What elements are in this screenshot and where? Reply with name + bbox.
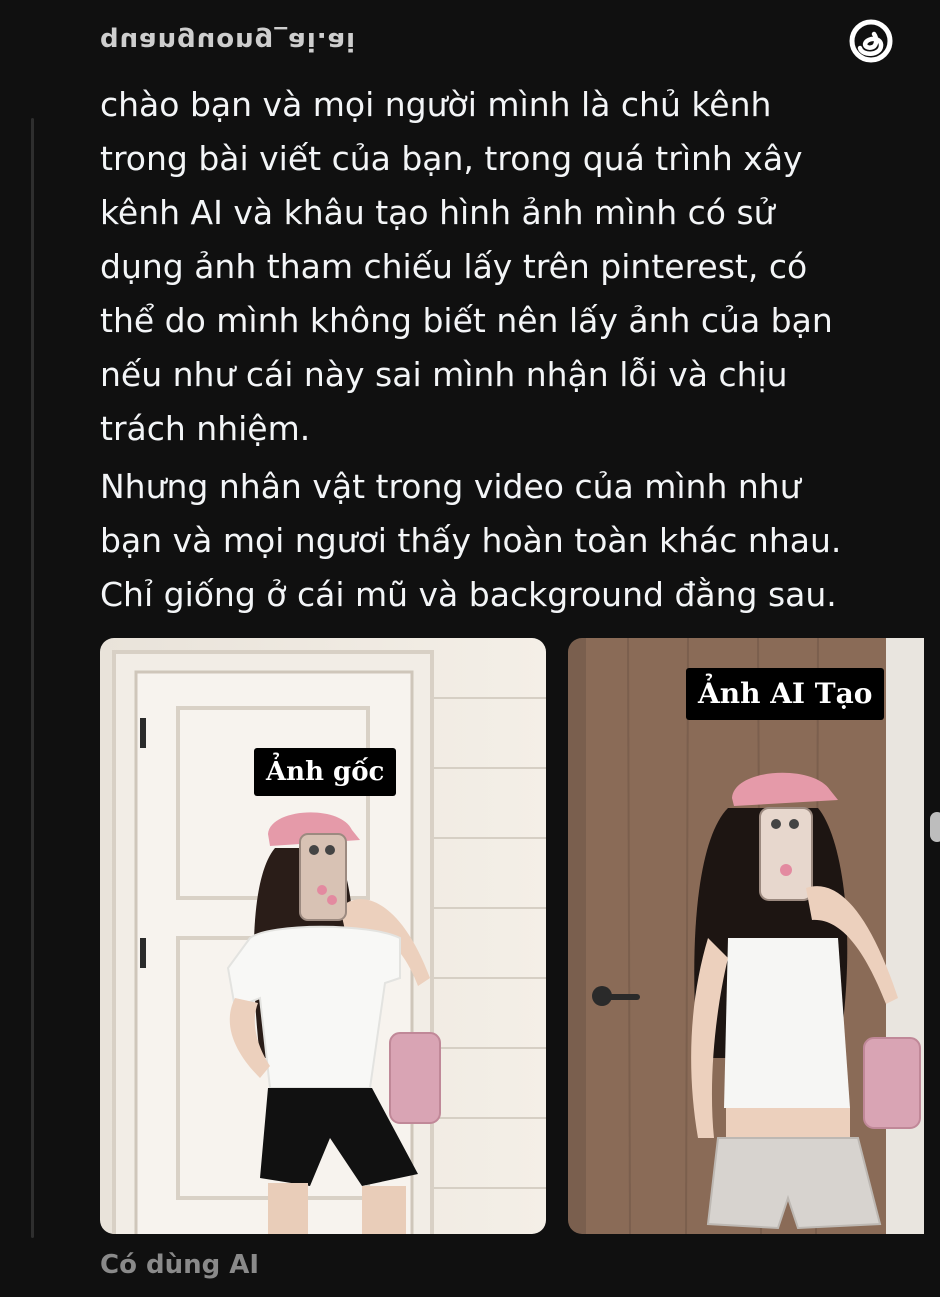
post-body: chào bạn và mọi người mình là chủ kênh t… bbox=[100, 78, 900, 622]
ai-generated-photo[interactable]: Ảnh AI Tạo bbox=[568, 638, 924, 1234]
photo-label-original: Ảnh gốc bbox=[254, 748, 397, 796]
ai-info-tag[interactable]: Có dùng AI bbox=[100, 1250, 259, 1280]
post-paragraph: chào bạn và mọi người mình là chủ kênh t… bbox=[100, 85, 833, 448]
photo-label-ai: Ảnh AI Tạo bbox=[686, 668, 885, 720]
post-username[interactable]: quanguong_ai.ai bbox=[100, 26, 356, 56]
scroll-handle[interactable] bbox=[930, 812, 940, 842]
threads-logo-icon[interactable] bbox=[848, 18, 894, 64]
media-carousel[interactable]: Ảnh gốc Ảnh AI Tạo bbox=[0, 638, 940, 1234]
original-photo[interactable]: Ảnh gốc bbox=[100, 638, 546, 1234]
post-paragraph: Nhưng nhân vật trong video của mình như … bbox=[100, 467, 842, 614]
